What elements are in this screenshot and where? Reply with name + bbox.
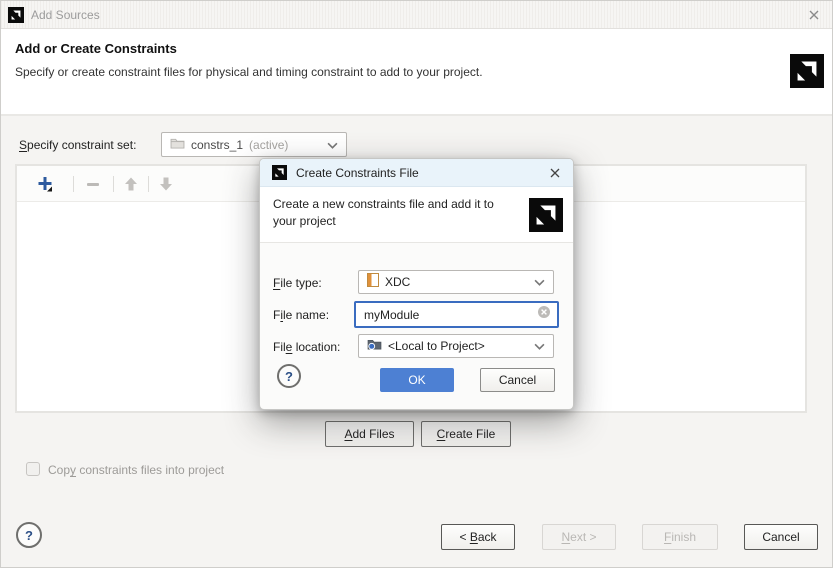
xdc-file-icon	[367, 272, 379, 292]
xilinx-logo	[529, 198, 563, 232]
file-type-value: XDC	[385, 275, 411, 289]
file-type-dropdown[interactable]: XDC	[358, 270, 554, 294]
help-icon[interactable]: ?	[16, 522, 42, 548]
copy-files-checkbox[interactable]	[26, 462, 40, 476]
local-folder-icon	[367, 337, 382, 355]
close-icon[interactable]	[806, 7, 822, 23]
constraint-set-value: constrs_1	[191, 137, 244, 152]
next-button: Next >	[542, 524, 616, 550]
constraint-set-dropdown[interactable]: constrs_1 (active)	[161, 132, 347, 157]
file-name-input[interactable]	[362, 306, 533, 323]
remove-file-icon	[80, 171, 106, 197]
file-location-label: File location:	[273, 340, 341, 354]
constraint-set-label: Specify constraint set:	[19, 138, 137, 152]
folder-icon	[170, 136, 185, 154]
xilinx-logo	[790, 54, 824, 88]
chevron-down-icon	[534, 273, 545, 291]
xilinx-logo-icon	[272, 165, 287, 180]
xilinx-logo-icon	[8, 7, 24, 23]
cancel-button[interactable]: Cancel	[744, 524, 818, 550]
file-location-dropdown[interactable]: <Local to Project>	[358, 334, 554, 358]
file-name-field[interactable]	[354, 301, 559, 328]
file-location-value: <Local to Project>	[388, 339, 485, 353]
move-up-icon	[118, 171, 144, 197]
copy-files-label: Copy constraints files into project	[48, 463, 225, 477]
create-file-button[interactable]: Create File	[421, 421, 511, 447]
page-title: Add or Create Constraints	[15, 41, 177, 56]
chevron-down-icon	[327, 136, 338, 154]
move-down-icon	[153, 171, 179, 197]
add-file-icon[interactable]	[32, 171, 58, 197]
ok-button[interactable]: OK	[380, 368, 454, 392]
dialog-titlebar: Create Constraints File	[260, 159, 573, 187]
page-description: Specify or create constraint files for p…	[15, 65, 483, 79]
constraint-set-status: (active)	[249, 137, 289, 152]
dialog-title: Create Constraints File	[296, 166, 419, 180]
create-constraints-file-dialog: Create Constraints File Create a new con…	[259, 158, 574, 410]
add-sources-window: Add Sources Add or Create Constraints Sp…	[0, 0, 833, 568]
dialog-cancel-button[interactable]: Cancel	[480, 368, 555, 392]
clear-icon[interactable]	[537, 305, 551, 324]
finish-button: Finish	[642, 524, 718, 550]
window-titlebar: Add Sources	[1, 1, 832, 29]
window-title: Add Sources	[31, 8, 100, 22]
wizard-header: Add or Create Constraints Specify or cre…	[1, 29, 832, 116]
file-name-label: File name:	[273, 308, 330, 322]
dialog-help-icon[interactable]: ?	[277, 364, 301, 388]
dialog-close-icon[interactable]	[547, 165, 563, 181]
chevron-down-icon	[534, 337, 545, 355]
file-type-label: File type:	[273, 276, 322, 290]
back-button[interactable]: < Back	[441, 524, 515, 550]
dialog-description: Create a new constraints file and add it…	[273, 197, 494, 229]
dialog-description-area: Create a new constraints file and add it…	[260, 187, 573, 243]
add-files-button[interactable]: Add Files	[325, 421, 414, 447]
